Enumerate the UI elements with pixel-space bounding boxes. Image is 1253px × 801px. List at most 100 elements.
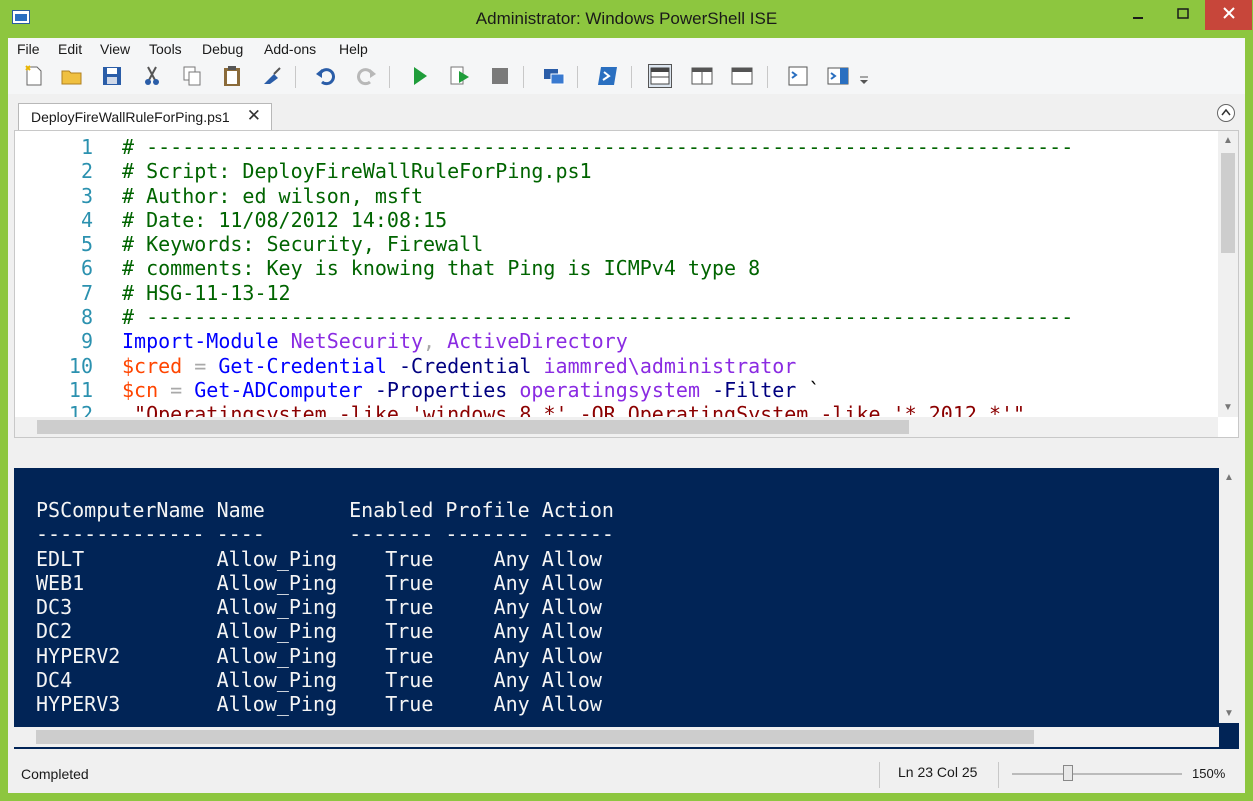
console-cell-enabled: True	[349, 643, 446, 668]
code-token: ,	[423, 329, 436, 354]
run-selection-icon	[450, 66, 469, 85]
editor-horizontal-scrollbar[interactable]	[15, 417, 1218, 437]
paste-button[interactable]	[220, 64, 244, 88]
console-pane[interactable]: PSComputerName Name Enabled Profile Acti…	[14, 468, 1239, 749]
menu-view[interactable]: View	[100, 41, 130, 57]
code-token: # --------------------------------------…	[122, 135, 1074, 159]
open-file-icon	[61, 70, 82, 85]
scroll-up-arrow-icon[interactable]: ▲	[1218, 135, 1238, 146]
console-row: DC3 Allow_Ping True Any Allow	[36, 595, 614, 619]
code-token: # HSG-11-13-12	[122, 280, 291, 305]
minimize-button[interactable]	[1115, 0, 1160, 30]
show-script-pane-maximized-button[interactable]	[730, 64, 754, 88]
tab-deploy-firewall-rule-for-ping[interactable]: DeployFireWallRuleForPing.ps1 ✕	[18, 103, 272, 131]
stop-button[interactable]	[488, 64, 512, 88]
menu-tools[interactable]: Tools	[149, 41, 182, 57]
title-bar[interactable]: Administrator: Windows PowerShell ISE	[0, 0, 1253, 38]
code-line: # --------------------------------------…	[122, 135, 1198, 159]
maximize-button[interactable]	[1160, 0, 1205, 30]
console-header-underline: -------------- ---- ------- ------- ----…	[36, 522, 614, 547]
cursor-position: Ln 23 Col 25	[898, 764, 978, 780]
console-header: PSComputerName Name Enabled Profile Acti…	[36, 498, 614, 522]
zoom-slider-track[interactable]	[1012, 773, 1182, 775]
console-cell-action: Allow	[541, 643, 602, 668]
console-horizontal-scrollbar[interactable]	[14, 727, 1219, 747]
console-cell-profile: Any	[445, 546, 542, 571]
start-powershell-button[interactable]	[596, 64, 620, 88]
status-bar: Completed Ln 23 Col 25 150%	[8, 760, 1245, 793]
code-token: operatingsystem	[519, 377, 701, 402]
menu-help[interactable]: Help	[339, 41, 368, 57]
pane-splitter[interactable]	[14, 458, 1239, 466]
new-remote-tab-button[interactable]	[542, 64, 566, 88]
console-vertical-scrollbar[interactable]: ▲ ▼	[1219, 468, 1239, 723]
save-button[interactable]	[100, 64, 124, 88]
menu-add-ons[interactable]: Add-ons	[264, 41, 316, 57]
menu-file[interactable]: File	[17, 41, 40, 57]
line-number: 6	[80, 256, 93, 281]
code-token: # --------------------------------------…	[122, 305, 1074, 330]
script-editor[interactable]: 12345678910111213 # --------------------…	[14, 130, 1239, 438]
show-script-pane-top-button[interactable]	[648, 64, 672, 88]
close-tab-icon[interactable]: ✕	[247, 106, 261, 126]
collapse-pane-button[interactable]	[1217, 104, 1235, 122]
editor-horizontal-scroll-thumb[interactable]	[37, 420, 909, 434]
console-cell-action: Allow	[541, 619, 602, 644]
console-output: PSComputerName Name Enabled Profile Acti…	[36, 498, 614, 717]
powershell-ise-window: Administrator: Windows PowerShell ISE Fi…	[0, 0, 1253, 801]
show-script-pane-right-button[interactable]	[690, 64, 714, 88]
code-area[interactable]: # --------------------------------------…	[122, 135, 1198, 437]
code-token: Get-ADComputer	[194, 377, 363, 402]
toolbar-separator	[389, 66, 390, 88]
toolbar-overflow-button[interactable]	[858, 64, 870, 88]
run-script-button[interactable]	[408, 64, 432, 88]
run-selection-button[interactable]	[448, 64, 472, 88]
scroll-down-arrow-icon[interactable]: ▼	[1219, 708, 1239, 719]
new-file-button[interactable]	[22, 64, 46, 88]
copy-button[interactable]	[180, 64, 204, 88]
zoom-slider-thumb[interactable]	[1063, 765, 1073, 781]
code-token: # Keywords: Security, Firewall	[122, 232, 484, 257]
scroll-down-arrow-icon[interactable]: ▼	[1218, 402, 1238, 413]
editor-vertical-scrollbar[interactable]: ▲ ▼	[1218, 131, 1238, 417]
console-cell-profile: Any	[445, 692, 542, 717]
script-tab-strip: DeployFireWallRuleForPing.ps1 ✕	[8, 96, 1245, 131]
console-cell-computer: DC2	[36, 619, 217, 644]
menu-debug[interactable]: Debug	[202, 41, 243, 57]
undo-button[interactable]	[314, 64, 338, 88]
console-cell-profile: Any	[445, 668, 542, 693]
menu-edit[interactable]: Edit	[58, 41, 82, 57]
scroll-up-arrow-icon[interactable]: ▲	[1219, 472, 1239, 483]
toolbar-overflow-icon	[860, 76, 868, 84]
console-horizontal-scroll-thumb[interactable]	[36, 730, 1034, 744]
line-number: 2	[80, 159, 93, 184]
console-row: HYPERV2 Allow_Ping True Any Allow	[36, 644, 614, 668]
redo-button[interactable]	[354, 64, 378, 88]
code-token: # Date: 11/08/2012 14:08:15	[122, 207, 448, 232]
cut-button[interactable]	[140, 64, 164, 88]
console-cell-enabled: True	[349, 595, 446, 620]
editor-vertical-scroll-thumb[interactable]	[1221, 153, 1235, 253]
open-file-button[interactable]	[60, 64, 84, 88]
close-window-button[interactable]	[1205, 0, 1252, 30]
show-command-window-button[interactable]	[786, 64, 810, 88]
code-token: # comments: Key is knowing that Ping is …	[122, 256, 761, 281]
console-cell-profile: Any	[445, 643, 542, 668]
show-script-pane-top-icon	[650, 67, 670, 85]
paste-icon	[224, 66, 240, 86]
show-command-addon-button[interactable]	[826, 64, 850, 88]
stop-icon	[492, 68, 508, 84]
line-number: 3	[80, 183, 93, 208]
new-file-icon	[25, 65, 42, 86]
console-cell-name: Allow_Ping	[216, 692, 350, 717]
clear-console-button[interactable]	[260, 64, 284, 88]
console-cell-enabled: True	[349, 546, 446, 571]
status-separator	[998, 762, 999, 788]
toolbar-separator	[295, 66, 296, 88]
window-title: Administrator: Windows PowerShell ISE	[475, 9, 778, 28]
line-number: 7	[80, 280, 93, 305]
code-token: $cred	[122, 353, 183, 378]
